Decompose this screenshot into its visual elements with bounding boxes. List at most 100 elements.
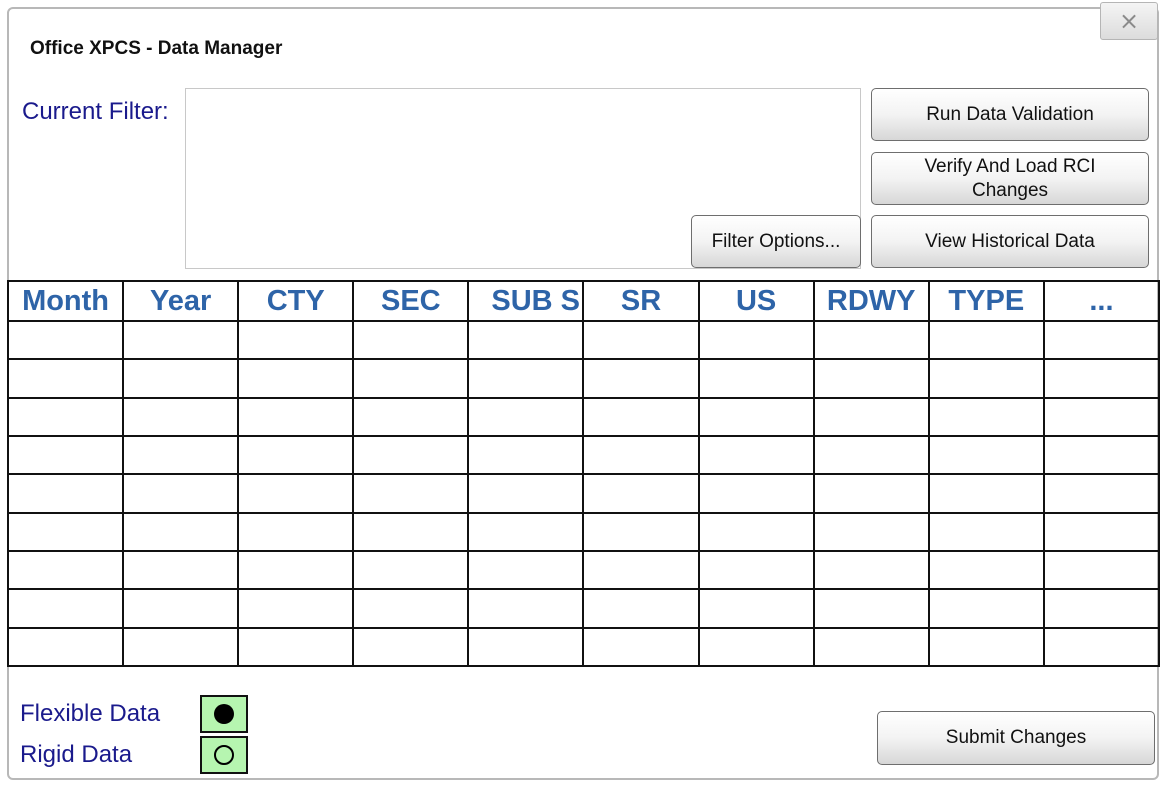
filter-options-button[interactable]: Filter Options... <box>691 215 861 268</box>
table-cell[interactable] <box>1042 473 1161 514</box>
table-cell[interactable] <box>467 434 585 476</box>
table-cell[interactable] <box>122 358 240 399</box>
submit-changes-button[interactable]: Submit Changes <box>877 711 1155 765</box>
table-cell[interactable] <box>582 396 700 437</box>
table-cell[interactable] <box>122 511 240 552</box>
table-cell[interactable] <box>352 588 470 629</box>
flexible-data-radio[interactable] <box>200 695 248 733</box>
table-cell[interactable] <box>237 549 355 591</box>
table-cell[interactable] <box>352 511 470 552</box>
verify-load-rci-button[interactable]: Verify And Load RCI Changes <box>871 152 1149 205</box>
table-cell[interactable] <box>352 549 470 591</box>
table-cell[interactable] <box>237 511 355 552</box>
table-cell[interactable] <box>1042 396 1161 437</box>
table-cell[interactable] <box>927 588 1045 629</box>
table-cell[interactable] <box>1042 434 1161 476</box>
table-cell[interactable] <box>812 319 930 361</box>
table-cell[interactable] <box>697 473 815 514</box>
table-cell[interactable] <box>697 434 815 476</box>
table-cell[interactable] <box>237 319 355 361</box>
table-cell[interactable] <box>812 549 930 591</box>
column-header-month[interactable]: Month <box>6 280 125 322</box>
table-cell[interactable] <box>237 396 355 437</box>
table-cell[interactable] <box>352 358 470 399</box>
table-cell[interactable] <box>927 626 1045 668</box>
table-cell[interactable] <box>927 549 1045 591</box>
rigid-data-radio[interactable] <box>200 736 248 774</box>
table-cell[interactable] <box>812 473 930 514</box>
table-cell[interactable] <box>6 549 125 591</box>
table-cell[interactable] <box>122 319 240 361</box>
column-header-year[interactable]: Year <box>122 280 240 322</box>
table-cell[interactable] <box>122 473 240 514</box>
table-cell[interactable] <box>467 473 585 514</box>
view-historical-data-button[interactable]: View Historical Data <box>871 215 1149 268</box>
table-cell[interactable] <box>582 511 700 552</box>
table-cell[interactable] <box>582 626 700 668</box>
table-cell[interactable] <box>467 396 585 437</box>
table-cell[interactable] <box>927 396 1045 437</box>
table-cell[interactable] <box>122 434 240 476</box>
table-cell[interactable] <box>812 588 930 629</box>
table-cell[interactable] <box>582 319 700 361</box>
table-cell[interactable] <box>582 434 700 476</box>
column-header-sub-s[interactable]: SUB S <box>467 280 585 322</box>
table-cell[interactable] <box>352 626 470 668</box>
table-cell[interactable] <box>467 549 585 591</box>
table-cell[interactable] <box>697 511 815 552</box>
table-cell[interactable] <box>1042 549 1161 591</box>
table-cell[interactable] <box>812 434 930 476</box>
table-cell[interactable] <box>467 511 585 552</box>
table-cell[interactable] <box>1042 358 1161 399</box>
table-cell[interactable] <box>467 588 585 629</box>
table-cell[interactable] <box>122 588 240 629</box>
table-cell[interactable] <box>697 588 815 629</box>
table-cell[interactable] <box>812 626 930 668</box>
table-cell[interactable] <box>237 626 355 668</box>
column-header-us[interactable]: US <box>697 280 815 322</box>
table-cell[interactable] <box>1042 626 1161 668</box>
table-cell[interactable] <box>237 434 355 476</box>
table-cell[interactable] <box>582 473 700 514</box>
column-header-more[interactable]: ... <box>1042 280 1161 322</box>
table-cell[interactable] <box>812 511 930 552</box>
table-cell[interactable] <box>467 626 585 668</box>
table-cell[interactable] <box>697 319 815 361</box>
table-cell[interactable] <box>1042 319 1161 361</box>
table-cell[interactable] <box>812 358 930 399</box>
table-cell[interactable] <box>237 358 355 399</box>
table-cell[interactable] <box>697 396 815 437</box>
table-cell[interactable] <box>352 396 470 437</box>
table-cell[interactable] <box>6 319 125 361</box>
table-cell[interactable] <box>237 588 355 629</box>
table-cell[interactable] <box>927 358 1045 399</box>
table-cell[interactable] <box>927 319 1045 361</box>
table-cell[interactable] <box>582 588 700 629</box>
column-header-type[interactable]: TYPE <box>927 280 1045 322</box>
column-header-rdwy[interactable]: RDWY <box>812 280 930 322</box>
table-cell[interactable] <box>122 549 240 591</box>
table-cell[interactable] <box>6 511 125 552</box>
table-cell[interactable] <box>352 319 470 361</box>
table-cell[interactable] <box>122 396 240 437</box>
table-cell[interactable] <box>6 358 125 399</box>
table-cell[interactable] <box>6 588 125 629</box>
close-button[interactable]: × <box>1100 2 1158 40</box>
table-cell[interactable] <box>122 626 240 668</box>
table-cell[interactable] <box>812 396 930 437</box>
table-cell[interactable] <box>6 473 125 514</box>
table-cell[interactable] <box>6 434 125 476</box>
column-header-cty[interactable]: CTY <box>237 280 355 322</box>
table-cell[interactable] <box>582 549 700 591</box>
table-cell[interactable] <box>6 396 125 437</box>
table-cell[interactable] <box>697 358 815 399</box>
column-header-sr[interactable]: SR <box>582 280 700 322</box>
table-cell[interactable] <box>352 473 470 514</box>
table-cell[interactable] <box>697 626 815 668</box>
column-header-sec[interactable]: SEC <box>352 280 470 322</box>
table-cell[interactable] <box>467 319 585 361</box>
table-cell[interactable] <box>467 358 585 399</box>
table-cell[interactable] <box>927 473 1045 514</box>
table-cell[interactable] <box>582 358 700 399</box>
table-cell[interactable] <box>352 434 470 476</box>
